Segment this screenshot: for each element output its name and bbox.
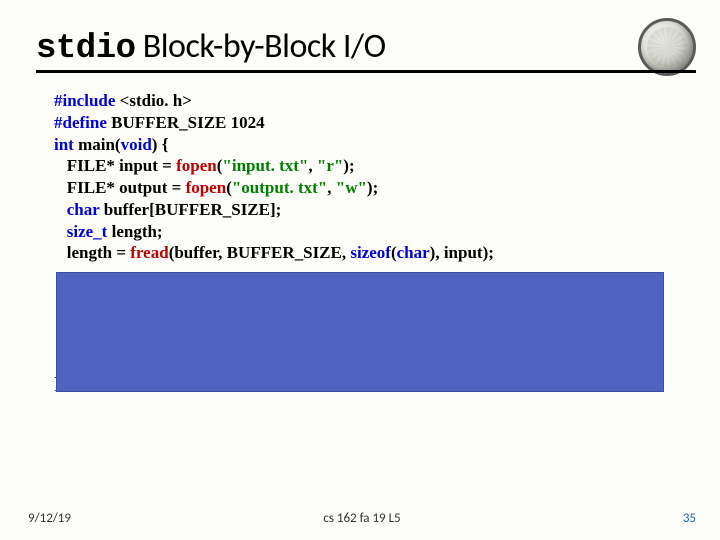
- slide-title: stdio Block-by-Block I/O: [36, 26, 386, 68]
- footer-course: cs 162 fa 19 L5: [28, 511, 696, 526]
- title-rest: Block-by-Block I/O: [136, 26, 386, 67]
- seal-icon: [638, 18, 696, 76]
- footer: 9/12/19 cs 162 fa 19 L5 35: [28, 511, 696, 526]
- slide: stdio Block-by-Block I/O #include <stdio…: [0, 0, 720, 540]
- title-row: stdio Block-by-Block I/O: [36, 18, 696, 76]
- highlight-overlay: [56, 272, 664, 392]
- title-keyword: stdio: [36, 30, 136, 68]
- title-rule: [36, 70, 696, 73]
